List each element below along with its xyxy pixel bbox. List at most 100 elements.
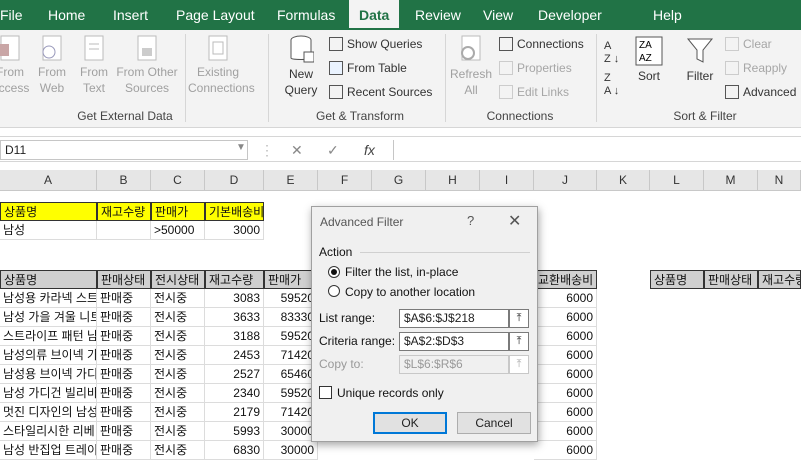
table-cell[interactable]: 판매중 (97, 289, 151, 308)
criteria-header-cell[interactable]: 상품명 (0, 202, 97, 221)
output-header-cell[interactable]: 재고수량 (758, 270, 801, 289)
help-button[interactable]: ? (467, 213, 474, 228)
table-cell[interactable]: 남성 가을 겨울 니트 (0, 308, 97, 327)
table-cell[interactable]: 전시중 (151, 289, 205, 308)
cancel-button[interactable]: Cancel (457, 412, 531, 434)
output-header-cell[interactable]: 판매상태 (704, 270, 758, 289)
sort-descending-button[interactable]: ZA ↓ (604, 72, 626, 98)
table-cell[interactable]: 판매중 (97, 365, 151, 384)
table-cell[interactable]: 5993 (205, 422, 264, 441)
table-cell[interactable]: 전시중 (151, 365, 205, 384)
table-cell[interactable]: 남성 가디건 빌리바 (0, 384, 97, 403)
cancel-entry-icon[interactable]: ✕ (291, 142, 303, 159)
table-cell[interactable]: 전시중 (151, 327, 205, 346)
table-cell[interactable]: 65460 (264, 365, 318, 384)
column-header-f[interactable]: F (318, 170, 372, 191)
table-cell[interactable]: 2453 (205, 346, 264, 365)
from-access-button[interactable]: From Access (0, 34, 30, 96)
column-header-d[interactable]: D (205, 170, 264, 191)
copy-to-input[interactable]: $L$6:$R$6 (399, 355, 509, 374)
column-header-k[interactable]: K (597, 170, 650, 191)
table-cell[interactable]: 판매중 (97, 384, 151, 403)
column-header-a[interactable]: A (0, 170, 97, 191)
column-header-n[interactable]: N (758, 170, 801, 191)
tab-help[interactable]: Help (653, 7, 682, 23)
advanced-filter-button[interactable]: Advanced (725, 85, 796, 99)
table-cell[interactable]: 판매중 (97, 422, 151, 441)
table-cell[interactable]: 30000 (264, 422, 318, 441)
copy-to-location-radio[interactable] (328, 285, 340, 297)
from-text-button[interactable]: From Text (76, 34, 112, 96)
column-header-e[interactable]: E (264, 170, 318, 191)
from-other-sources-button[interactable]: From Other Sources (113, 34, 181, 96)
tab-page-layout[interactable]: Page Layout (176, 7, 255, 23)
collapse-dialog-icon[interactable]: ⤒ (509, 309, 529, 328)
table-header-cell[interactable]: 교환배송비 (534, 270, 597, 289)
table-cell[interactable]: 판매중 (97, 308, 151, 327)
table-cell[interactable]: 2527 (205, 365, 264, 384)
table-cell[interactable]: 3083 (205, 289, 264, 308)
table-cell[interactable]: 스타일리시한 리베 (0, 422, 97, 441)
table-cell[interactable]: 전시중 (151, 384, 205, 403)
from-table-button[interactable]: From Table (329, 61, 407, 75)
table-cell[interactable]: 6000 (534, 289, 597, 308)
collapse-dialog-icon[interactable]: ⤒ (509, 355, 529, 374)
table-cell[interactable]: 판매중 (97, 346, 151, 365)
show-queries-button[interactable]: Show Queries (329, 37, 422, 51)
unique-records-label[interactable]: Unique records only (337, 386, 444, 400)
criteria-value-cell[interactable]: 남성 (0, 221, 97, 240)
table-cell[interactable]: 6000 (534, 346, 597, 365)
column-header-c[interactable]: C (151, 170, 205, 191)
table-cell[interactable]: 6000 (534, 365, 597, 384)
table-cell[interactable]: 판매중 (97, 403, 151, 422)
tab-insert[interactable]: Insert (113, 7, 148, 23)
table-cell[interactable]: 남성용 카라넥 스트 (0, 289, 97, 308)
column-header-h[interactable]: H (426, 170, 480, 191)
table-cell[interactable]: 6000 (534, 403, 597, 422)
table-cell[interactable]: 멋진 디자인의 남성 (0, 403, 97, 422)
existing-connections-button[interactable]: Existing Connections (188, 34, 255, 96)
criteria-value-cell[interactable]: >50000 (151, 221, 205, 240)
table-cell[interactable]: 남성 반집업 트레이 (0, 441, 97, 460)
table-cell[interactable]: 6830 (205, 441, 264, 460)
ok-button[interactable]: OK (373, 412, 447, 434)
output-header-cell[interactable]: 상품명 (650, 270, 704, 289)
column-header-i[interactable]: I (480, 170, 534, 191)
table-cell[interactable]: 30000 (264, 441, 318, 460)
tab-developer[interactable]: Developer (538, 7, 602, 23)
list-range-input[interactable]: $A$6:$J$218 (399, 309, 509, 328)
table-cell[interactable]: 전시중 (151, 403, 205, 422)
tab-data[interactable]: Data (349, 0, 400, 30)
table-cell[interactable]: 71420 (264, 403, 318, 422)
table-cell[interactable]: 전시중 (151, 346, 205, 365)
criteria-range-input[interactable]: $A$2:$D$3 (399, 332, 509, 351)
filter-button[interactable]: Filter (682, 36, 718, 84)
table-cell[interactable]: 59520 (264, 384, 318, 403)
table-cell[interactable]: 6000 (534, 308, 597, 327)
table-cell[interactable]: 6000 (534, 384, 597, 403)
name-box-dropdown-icon[interactable]: ▼ (236, 142, 246, 153)
formula-input[interactable] (393, 140, 801, 160)
insert-function-button[interactable]: fx (364, 142, 375, 158)
table-cell[interactable]: 59520 (264, 327, 318, 346)
reapply-button[interactable]: Reapply (725, 61, 787, 75)
new-query-button[interactable]: New Query (276, 34, 326, 98)
column-header-l[interactable]: L (650, 170, 704, 191)
collapse-dialog-icon[interactable]: ⤒ (509, 332, 529, 351)
unique-records-checkbox[interactable] (319, 386, 332, 399)
confirm-entry-icon[interactable]: ✓ (327, 142, 339, 159)
criteria-header-cell[interactable]: 판매가 (151, 202, 205, 221)
clear-filter-button[interactable]: Clear (725, 37, 772, 51)
sort-button[interactable]: ZA AZ Sort (632, 36, 666, 84)
criteria-value-cell[interactable]: 3000 (205, 221, 264, 240)
table-header-cell[interactable]: 판매상태 (97, 270, 151, 289)
table-cell[interactable]: 71420 (264, 346, 318, 365)
criteria-header-cell[interactable]: 재고수량 (97, 202, 151, 221)
table-cell[interactable]: 남성의류 브이넥 가 (0, 346, 97, 365)
filter-in-place-label[interactable]: Filter the list, in-place (345, 265, 458, 279)
column-header-g[interactable]: G (372, 170, 426, 191)
table-cell[interactable]: 전시중 (151, 308, 205, 327)
table-cell[interactable]: 남성용 브이넥 가디 (0, 365, 97, 384)
tab-view[interactable]: View (483, 7, 513, 23)
column-header-b[interactable]: B (97, 170, 151, 191)
